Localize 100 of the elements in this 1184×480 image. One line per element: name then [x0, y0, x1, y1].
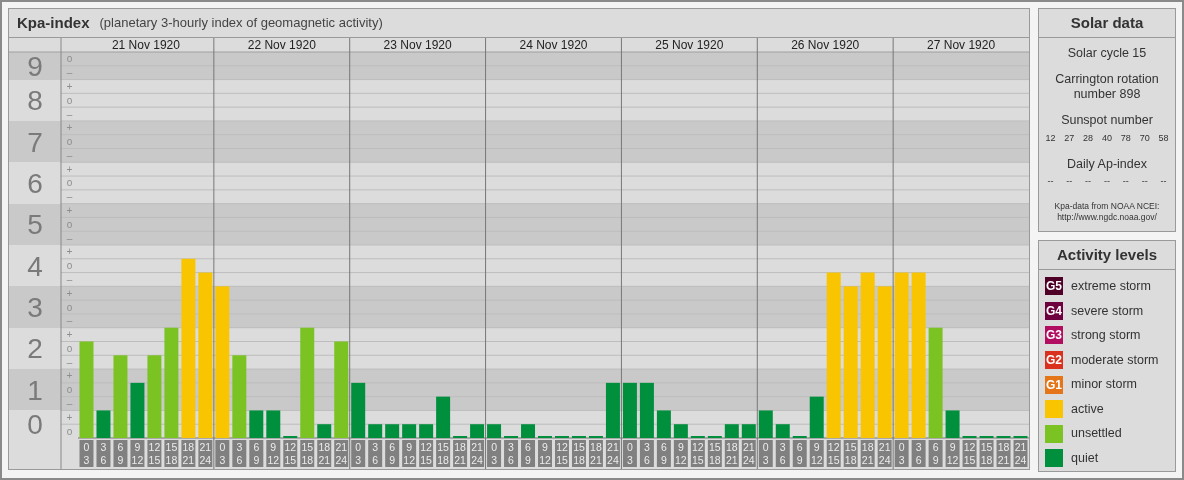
date-label: 25 Nov 1920	[655, 37, 724, 52]
x-tick-label: 6 9	[117, 440, 124, 466]
hour-label: 9 12	[266, 439, 281, 467]
hour-label: 9 12	[402, 439, 417, 467]
hour-label: 18 21	[996, 439, 1011, 467]
hour-label: 9 12	[945, 439, 960, 467]
x-tick-label: 3 6	[508, 440, 515, 466]
axis-label: 2	[27, 333, 43, 365]
axis-label: 9	[27, 50, 43, 82]
carrington-rotation: Carrington rotation number 898	[1054, 72, 1160, 102]
hour-label: 15 18	[707, 439, 722, 467]
tick-label: +	[66, 204, 73, 216]
hour-label: 0 3	[758, 439, 773, 467]
hour-label: 9 12	[673, 439, 688, 467]
hour-label: 21 24	[1013, 439, 1028, 467]
hour-label: 12 15	[555, 439, 569, 467]
chart-title: Kpa-index	[17, 12, 90, 33]
axis-label: 1	[27, 374, 43, 406]
level-badge: G3	[1045, 326, 1063, 345]
x-tick-label: 3 6	[100, 440, 107, 466]
tick-label: –	[66, 149, 73, 161]
tick-label: o	[66, 425, 73, 437]
panel-title: Solar data	[1039, 9, 1175, 38]
tick-label: +	[66, 80, 73, 92]
hour-label: 12 15	[283, 439, 298, 467]
tick-label: o	[66, 177, 73, 189]
tick-label: o	[66, 260, 73, 272]
tick-label: –	[66, 397, 73, 409]
hour-label: 21 24	[198, 439, 213, 467]
x-tick-label: 0 3	[898, 440, 905, 466]
hour-label: 12 15	[826, 439, 841, 467]
date-label: 26 Nov 1920	[791, 37, 860, 52]
sunspot-number: 12	[1045, 131, 1056, 145]
level-label: unsettled	[1071, 425, 1122, 443]
date-label: 21 Nov 1920	[111, 37, 180, 52]
hour-label: 3 6	[775, 439, 790, 467]
bar	[945, 410, 960, 438]
tick-label: +	[66, 329, 73, 341]
date-label: 22 Nov 1920	[247, 37, 316, 52]
bar	[504, 435, 519, 438]
sunspot-number: 40	[1101, 131, 1112, 145]
bar	[622, 382, 637, 438]
bar	[130, 382, 145, 438]
axis-label: 8	[27, 85, 43, 117]
hour-label: 3 6	[911, 439, 926, 467]
date-label: 27 Nov 1920	[927, 37, 996, 52]
sunspot-label: Sunspot number	[1060, 113, 1154, 128]
panel-title: Activity levels	[1039, 241, 1175, 270]
tick-label: –	[66, 273, 73, 285]
bar	[962, 435, 977, 438]
bar	[470, 424, 485, 438]
bar	[555, 435, 569, 438]
tick-label: –	[66, 232, 73, 244]
x-tick-label: 3 6	[236, 440, 243, 466]
tick-label: –	[66, 67, 73, 79]
hour-label: 3 6	[368, 439, 383, 467]
level-label: extreme storm	[1071, 277, 1151, 295]
solar-cycle: Solar cycle 15	[1066, 46, 1148, 61]
hour-label: 21 24	[741, 439, 756, 467]
hour-label: 12 15	[147, 439, 162, 467]
hour-label: 0 3	[487, 439, 502, 467]
source-link[interactable]: http://www.ngdc.noaa.gov/	[1057, 211, 1157, 222]
sunspot-number: 27	[1064, 131, 1075, 145]
bar	[792, 435, 807, 438]
x-tick-label: 0 3	[762, 440, 769, 466]
hour-label: 6 9	[113, 439, 128, 467]
hour-label: 0 3	[79, 439, 94, 467]
hour-label: 18 21	[181, 439, 196, 467]
bar	[639, 382, 654, 438]
level-label: quiet	[1071, 450, 1099, 468]
hour-label: 18 21	[588, 439, 603, 467]
x-tick-label: 0 3	[627, 440, 633, 466]
hour-label: 12 15	[419, 439, 434, 467]
bar	[351, 382, 366, 438]
bar	[317, 424, 332, 438]
bar	[572, 435, 586, 438]
ap-index-value: --	[1066, 175, 1073, 189]
hour-label: 15 18	[572, 439, 586, 467]
date-label: 23 Nov 1920	[383, 37, 452, 52]
bar	[521, 424, 535, 438]
chart-subtitle: (planetary 3-hourly index of geomagnetic activity)	[99, 14, 383, 33]
ap-index-value: --	[1160, 175, 1167, 189]
bar	[656, 410, 671, 438]
bar	[605, 382, 620, 438]
level-badge: G5	[1045, 277, 1063, 296]
hour-label: 21 24	[605, 439, 620, 467]
bar	[979, 435, 994, 438]
bar	[249, 410, 264, 438]
axis-label: 6	[27, 167, 43, 199]
bar	[707, 435, 722, 438]
hour-label: 0 3	[622, 439, 637, 467]
sunspot-number: 78	[1120, 131, 1131, 145]
bar	[402, 424, 417, 438]
hour-label: 9 12	[538, 439, 552, 467]
axis-label: 3	[27, 291, 43, 323]
level-badge: G4	[1045, 301, 1063, 320]
bar	[453, 435, 468, 438]
hour-label: 15 18	[436, 439, 451, 467]
tick-label: +	[66, 411, 73, 423]
hour-label: 6 9	[928, 439, 943, 467]
